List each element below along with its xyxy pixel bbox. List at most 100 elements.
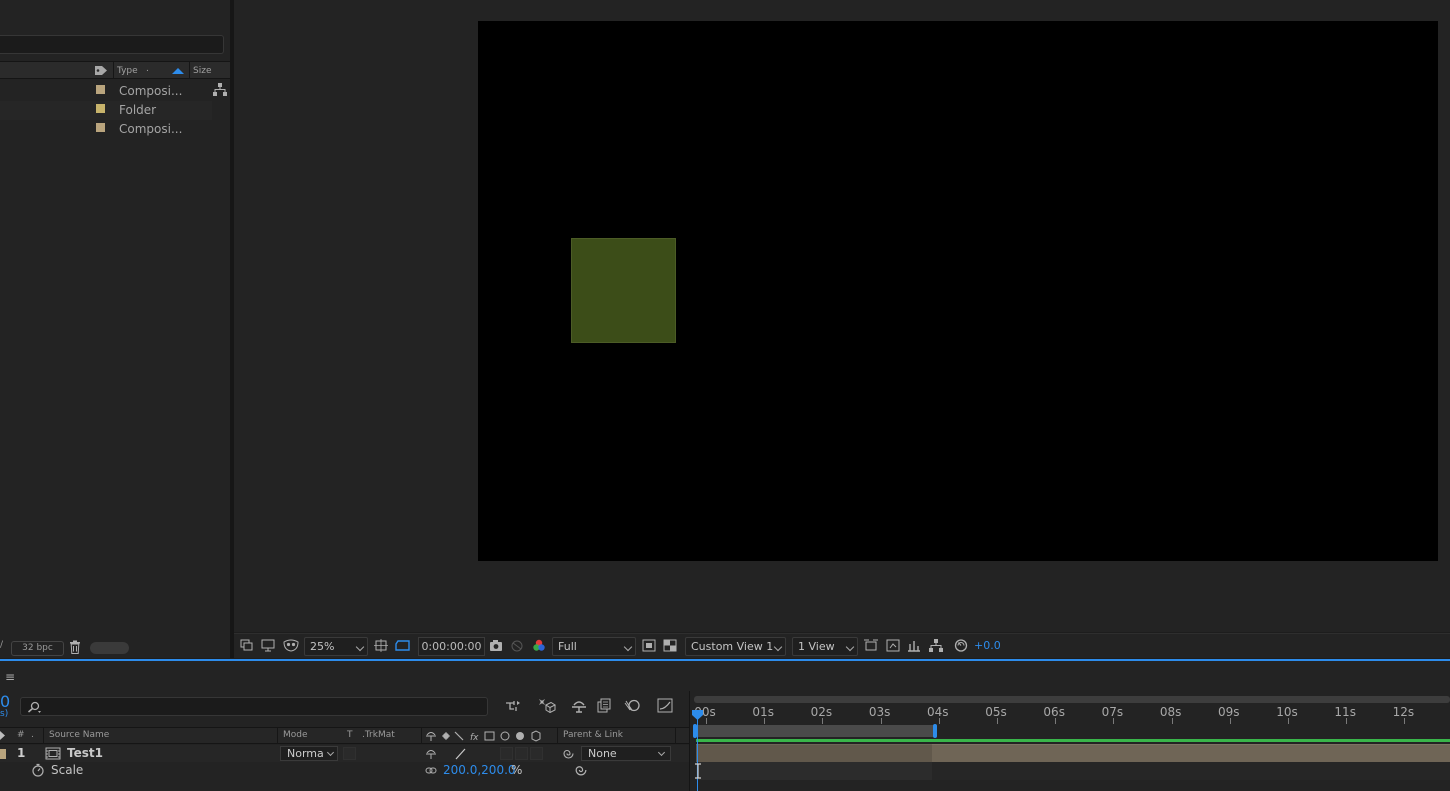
layer-number: 1 — [17, 746, 26, 760]
column-track-matte-t[interactable]: T — [347, 730, 353, 740]
frame-blending-icon[interactable] — [597, 698, 613, 713]
shy-switch-icon[interactable] — [425, 748, 437, 760]
ruler-tick — [1229, 718, 1231, 724]
sort-ascending-icon[interactable] — [172, 68, 184, 74]
motion-blur-toggle[interactable] — [500, 747, 513, 760]
playhead-line[interactable] — [697, 713, 698, 791]
project-item[interactable]: Composi... — [0, 82, 212, 101]
ruler-label: 08s — [1159, 705, 1182, 719]
label-tag-icon[interactable] — [94, 65, 108, 76]
column-layer-number[interactable]: # — [17, 730, 25, 740]
panel-menu-icon[interactable]: ≡ — [5, 670, 15, 684]
ruler-tick — [1055, 718, 1057, 724]
monitor-icon[interactable] — [261, 639, 275, 652]
column-dot: . — [31, 730, 34, 740]
view-layout-dropdown[interactable]: 1 View — [792, 637, 858, 656]
timeline-layer-row[interactable]: 1 Test1 Norma None — [0, 745, 690, 763]
project-item[interactable]: Folder — [0, 101, 212, 120]
view-dropdown[interactable]: Custom View 1 — [685, 637, 786, 656]
resolution-value: Full — [558, 640, 577, 653]
time-graph[interactable]: 00s01s02s03s04s05s06s07s08s09s10s11s12s1 — [690, 691, 1450, 791]
zoom-dropdown[interactable]: 25% — [304, 637, 368, 656]
layer-name[interactable]: Test1 — [67, 746, 103, 760]
trash-icon[interactable] — [69, 640, 81, 654]
current-time-field[interactable]: 0:00:00:00 — [418, 637, 485, 656]
layer-switches-icons: fx — [426, 730, 541, 742]
flowchart-icon[interactable] — [213, 83, 227, 96]
fast-draft-icon[interactable] — [886, 639, 900, 652]
motion-blur-icon[interactable] — [624, 698, 640, 713]
composition-mini-flowchart-icon[interactable] — [505, 698, 521, 713]
text-cursor-icon — [695, 763, 701, 779]
resolution-dropdown[interactable]: Full — [552, 637, 636, 656]
exposure-value[interactable]: +0.0 — [974, 639, 1001, 652]
ruler-tick — [1171, 718, 1173, 724]
mask-visibility-icon[interactable] — [282, 639, 300, 652]
column-size[interactable]: Size — [193, 66, 211, 76]
time-navigator[interactable] — [694, 696, 1450, 703]
region-of-interest-icon[interactable] — [395, 639, 411, 652]
time-ruler[interactable]: 00s01s02s03s04s05s06s07s08s09s10s11s12s1 — [690, 704, 1450, 724]
timeline-column-header: # . Source Name Mode T .TrkMat fx Parent… — [0, 727, 690, 744]
label-swatch[interactable] — [96, 85, 105, 94]
solid-layer[interactable] — [571, 238, 676, 343]
camera-icon[interactable] — [489, 639, 503, 652]
work-area-end-handle[interactable] — [933, 724, 937, 738]
expand-arrow-icon[interactable] — [0, 731, 5, 740]
ruler-tick — [706, 718, 707, 724]
preserve-transparency-toggle[interactable] — [343, 747, 356, 760]
property-track[interactable] — [696, 762, 932, 780]
project-item[interactable]: Composi... — [0, 120, 212, 139]
transparency-grid-icon[interactable] — [663, 639, 677, 652]
timeline-search-input[interactable] — [20, 697, 488, 716]
column-divider — [557, 728, 558, 744]
show-snapshot-icon[interactable] — [510, 639, 524, 652]
column-mode[interactable]: Mode — [283, 730, 308, 740]
thumbnail-size-slider[interactable] — [90, 642, 129, 654]
pick-whip-icon[interactable] — [562, 747, 575, 760]
stopwatch-icon[interactable] — [31, 763, 45, 777]
property-track-outside[interactable] — [932, 762, 1450, 780]
ruler-label: 06s — [1043, 705, 1065, 719]
pick-whip-icon[interactable] — [574, 763, 588, 777]
label-swatch[interactable] — [96, 104, 105, 113]
timeline-icon[interactable] — [907, 639, 921, 652]
quality-switch-icon[interactable] — [454, 748, 466, 760]
project-search-input[interactable] — [0, 35, 224, 54]
3d-layer-toggle[interactable] — [530, 747, 543, 760]
composition-canvas[interactable] — [478, 21, 1438, 561]
hide-shy-layers-icon[interactable] — [571, 698, 587, 713]
ruler-label: 05s — [985, 705, 1007, 719]
adjustment-layer-toggle[interactable] — [515, 747, 528, 760]
column-parent-link[interactable]: Parent & Link — [563, 730, 623, 740]
chevron-down-icon — [845, 642, 855, 652]
draft-3d-icon[interactable] — [538, 698, 556, 713]
property-value[interactable]: 200.0,200.0 — [443, 763, 516, 777]
timeline-property-row[interactable]: Scale 200.0,200.0 % — [0, 762, 690, 780]
toggle-pixel-aspect-icon[interactable] — [864, 639, 878, 652]
work-area-bar[interactable] — [695, 725, 935, 737]
graph-editor-icon[interactable] — [657, 698, 673, 713]
label-swatch[interactable] — [96, 123, 105, 132]
flowchart-icon[interactable] — [929, 639, 943, 652]
playhead-handle[interactable] — [692, 710, 703, 720]
svg-text:fx: fx — [470, 733, 479, 742]
constrain-proportions-icon[interactable] — [425, 766, 437, 775]
ruler-label: 02s — [810, 705, 833, 719]
reset-exposure-icon[interactable] — [954, 639, 968, 652]
fast-previews-icon[interactable] — [642, 639, 656, 652]
ruler-label: 12s — [1392, 705, 1415, 719]
parent-dropdown[interactable]: None — [581, 746, 671, 761]
column-divider — [43, 728, 44, 744]
bit-depth-button[interactable]: 32 bpc — [11, 641, 64, 656]
fit-frame-icon[interactable] — [374, 639, 388, 652]
layer-label-color[interactable] — [0, 749, 6, 759]
interpret-icon[interactable]: / — [0, 640, 4, 650]
color-channels-icon[interactable] — [532, 639, 546, 652]
ruler-label: 09s — [1218, 705, 1240, 719]
column-trkmat[interactable]: .TrkMat — [362, 730, 395, 740]
always-preview-icon[interactable] — [240, 639, 254, 652]
column-source-name[interactable]: Source Name — [49, 730, 109, 740]
column-type[interactable]: Type — [117, 66, 138, 76]
blend-mode-dropdown[interactable]: Norma — [280, 746, 338, 761]
